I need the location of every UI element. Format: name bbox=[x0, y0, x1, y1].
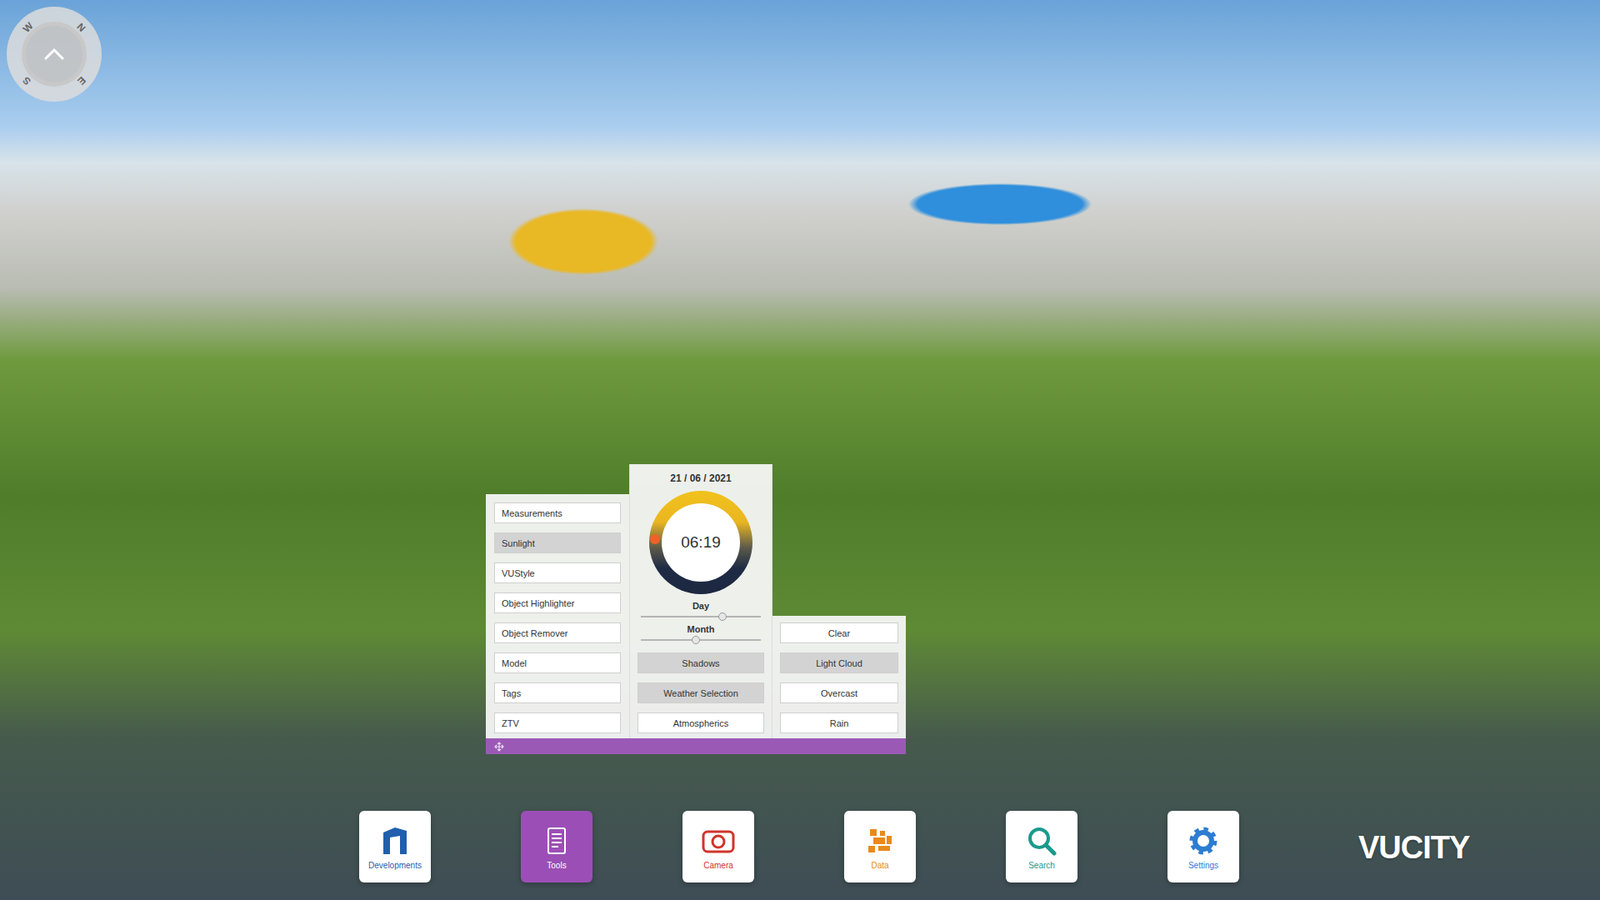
building-icon bbox=[378, 824, 412, 858]
slider-knob[interactable] bbox=[691, 635, 700, 645]
tools-menu-item[interactable]: VUStyle bbox=[494, 562, 621, 584]
tools-menu-item[interactable]: Sunlight bbox=[494, 532, 621, 554]
dock-button[interactable]: Camera bbox=[682, 810, 755, 883]
weather-button[interactable]: Rain bbox=[780, 712, 899, 734]
slider-track[interactable] bbox=[640, 615, 761, 618]
dock-label: Data bbox=[870, 860, 889, 870]
dock-button[interactable]: Developments bbox=[359, 810, 431, 883]
time-dial-center: 06:19 bbox=[661, 503, 740, 582]
tools-menu-item[interactable]: Measurements bbox=[494, 502, 621, 524]
tools-menu-item[interactable]: ZTV bbox=[494, 712, 621, 734]
dock-label: Settings bbox=[1188, 860, 1219, 870]
compass[interactable]: WNSE bbox=[6, 6, 102, 102]
gear-icon bbox=[1186, 824, 1220, 858]
dock-label: Camera bbox=[703, 860, 734, 870]
dock-label: Developments bbox=[368, 860, 422, 870]
sunlight-panel: 21 / 06 / 2021 06:19 Day Month Shadows Weathe… bbox=[629, 464, 773, 739]
panel-drag-bar[interactable] bbox=[485, 738, 906, 755]
logo: VUCITY bbox=[1358, 830, 1470, 866]
tools-menu-item[interactable]: Model bbox=[494, 652, 621, 674]
weather-button[interactable]: Light Cloud bbox=[780, 652, 899, 674]
slider-row: Day bbox=[638, 600, 764, 618]
compass-letter: E bbox=[75, 74, 89, 88]
slider-row: Month bbox=[638, 624, 764, 641]
dock-button[interactable]: Search bbox=[1005, 810, 1078, 883]
slider-track[interactable] bbox=[640, 639, 761, 641]
dock: Developments Tools Camera Data Search Setting… bbox=[359, 810, 1240, 883]
dock-label: Search bbox=[1028, 860, 1055, 870]
tools-menu: Measurements Sunlight VUStyle Object Highli… bbox=[485, 494, 630, 739]
slider-label: Day bbox=[692, 600, 710, 611]
weather-button[interactable]: Overcast bbox=[780, 682, 899, 704]
tools-menu-item[interactable]: Object Remover bbox=[494, 622, 621, 644]
slider-label: Month bbox=[687, 624, 715, 635]
dock-button[interactable]: Settings bbox=[1167, 810, 1240, 883]
weather-button[interactable]: Clear bbox=[780, 622, 899, 644]
chevron-up-icon bbox=[43, 47, 65, 61]
time-label: 06:19 bbox=[680, 533, 721, 552]
data-icon bbox=[863, 824, 897, 858]
option-button[interactable]: Atmospherics bbox=[637, 712, 765, 734]
weather-menu: Clear Light Cloud Overcast Rain bbox=[772, 615, 906, 739]
magnifier-icon bbox=[1025, 824, 1059, 858]
tools-panel: Measurements Sunlight VUStyle Object Highli… bbox=[485, 464, 906, 755]
time-dial[interactable]: 06:19 bbox=[649, 490, 753, 595]
document-icon bbox=[540, 824, 574, 858]
option-button[interactable]: Weather Selection bbox=[637, 682, 765, 704]
compass-letter: N bbox=[75, 20, 89, 35]
move-icon bbox=[494, 741, 505, 752]
tools-menu-item[interactable]: Object Highlighter bbox=[494, 592, 621, 614]
compass-letter: S bbox=[20, 74, 34, 88]
dock-button[interactable]: Tools bbox=[520, 810, 593, 883]
tools-menu-item[interactable]: Tags bbox=[494, 682, 621, 704]
slider-knob[interactable] bbox=[718, 612, 727, 621]
city-viewer: WNSEMeasurementsSunlightVUStyleObject Hi… bbox=[0, 0, 1600, 900]
option-button[interactable]: Shadows bbox=[637, 652, 765, 674]
camera-icon bbox=[700, 824, 737, 858]
city-3d-view[interactable] bbox=[0, 0, 1600, 900]
sun-position-handle[interactable] bbox=[650, 534, 660, 545]
date-label: 21 / 06 / 2021 bbox=[670, 472, 731, 485]
dock-button[interactable]: Data bbox=[844, 810, 916, 883]
dock-label: Tools bbox=[546, 860, 566, 870]
